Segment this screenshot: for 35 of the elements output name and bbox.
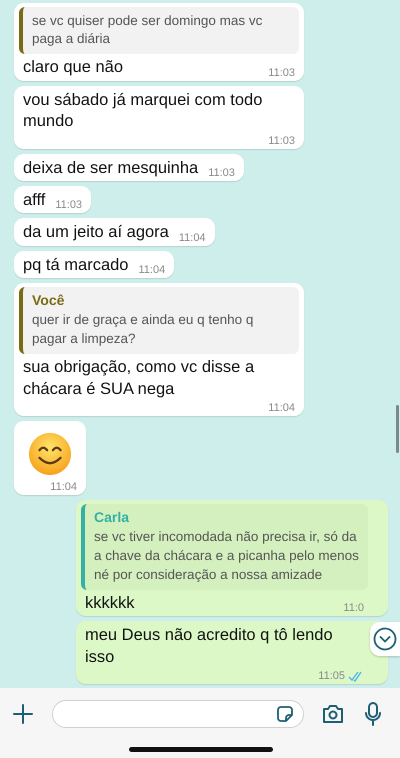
- message-time: 11:04: [268, 402, 295, 414]
- message-text: kkkkkk: [85, 592, 134, 614]
- quote-text: se vc tiver incomodada não precisa ir, só da a chave da chácara e a picanha pelo menos né por consideração a nossa amizade: [94, 528, 359, 584]
- message-time: 11:03: [55, 199, 82, 212]
- quoted-message[interactable]: se vc quiser pode ser domingo mas vc paga a diária: [19, 6, 299, 54]
- message-text: claro que não: [23, 57, 123, 78]
- quote-author: Carla: [94, 509, 130, 526]
- message-time: 11:03: [268, 66, 295, 79]
- quote-author: Você: [32, 292, 66, 308]
- message-text: vou sábado já marquei com todo mundo: [23, 90, 264, 132]
- quoted-message[interactable]: Você quer ir de graça e ainda eu q tenho q pagar a limpeza?: [19, 287, 299, 354]
- message-input-field[interactable]: [52, 700, 304, 728]
- message-time: 11:05: [318, 670, 345, 682]
- message-text: da um jeito aí agora: [23, 222, 169, 244]
- plus-icon: [12, 703, 34, 725]
- message-time: 11:03: [268, 134, 295, 147]
- message-time: 11:04: [50, 481, 77, 494]
- message-time: 11:04: [138, 264, 166, 276]
- message-time: 11:04: [178, 232, 206, 244]
- message-text: deixa de ser mesquinha: [23, 158, 198, 179]
- camera-icon: [321, 703, 345, 725]
- message-time: 11:03: [208, 167, 235, 180]
- sticker-icon: [275, 704, 295, 724]
- scroll-down-button[interactable]: [370, 622, 400, 656]
- message-text: pq tá marcado: [23, 254, 128, 276]
- smiling-face-icon: [27, 431, 73, 478]
- quoted-message[interactable]: Carla se vc tiver incomodada não precisa ir, só da a chave da chácara e a picanha pelo menos né por consideração a nossa amizade: [81, 504, 368, 590]
- microphone-icon: [364, 702, 382, 726]
- quote-text: quer ir de graça e ainda eu q tenho q pagar a limpeza?: [32, 311, 254, 348]
- message-text: sua obrigação, como vc disse a chácara é SUA nega: [23, 357, 256, 400]
- message-time: 11:0: [343, 602, 364, 614]
- chevron-down-icon: [373, 627, 397, 651]
- quote-text: se vc quiser pode ser domingo mas vc paga a diária: [32, 12, 264, 48]
- message-text: afff: [23, 190, 46, 212]
- message-text: meu Deus não acredito q tô lendo isso: [85, 625, 334, 668]
